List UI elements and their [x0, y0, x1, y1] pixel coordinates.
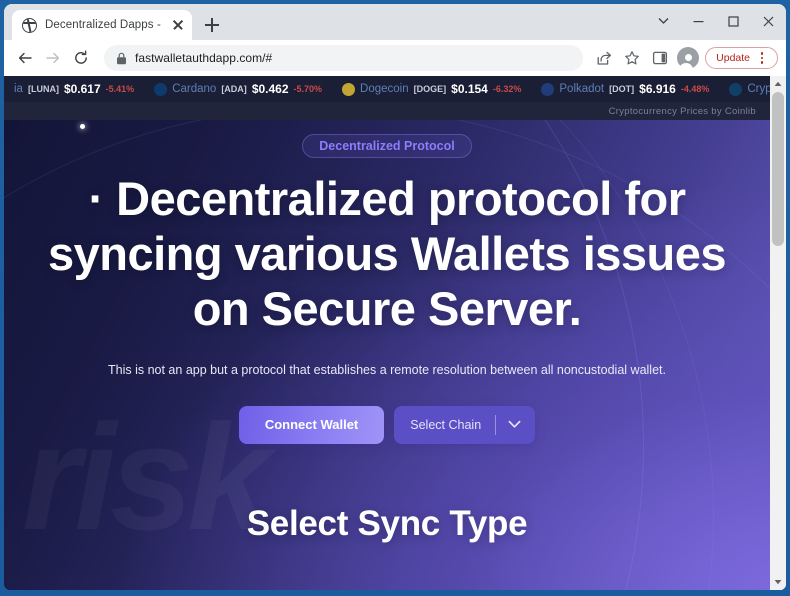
share-icon[interactable]: [591, 45, 617, 71]
new-tab-button[interactable]: [198, 11, 226, 39]
back-arrow-icon[interactable]: [12, 45, 38, 71]
forward-arrow-icon[interactable]: [40, 45, 66, 71]
page-subtitle: This is not an app but a protocol that e…: [108, 362, 666, 377]
coin-change: -5.70%: [293, 84, 323, 94]
url-text: fastwalletauthdapp.com/#: [135, 51, 273, 65]
tab-strip: Decentralized Dapps - We are un: [4, 4, 786, 40]
kebab-menu-icon[interactable]: [756, 51, 768, 65]
connect-wallet-button[interactable]: Connect Wallet: [238, 405, 385, 444]
coin-price: $6.916: [639, 82, 676, 96]
coin-price: $0.617: [63, 82, 101, 96]
coin-name: Crypto.com Chain: [747, 83, 770, 95]
browser-chrome: Decentralized Dapps - We are un: [4, 4, 786, 590]
coin-icon: [342, 82, 356, 96]
coin-name: ia: [14, 83, 23, 95]
browser-window: Decentralized Dapps - We are un: [0, 0, 790, 596]
update-label: Update: [716, 52, 750, 64]
page-scrollbar[interactable]: [770, 76, 786, 590]
ticker-credit: Cryptocurrency Prices by Coinlib: [4, 102, 770, 120]
maximize-icon[interactable]: [716, 4, 751, 38]
lock-icon: [117, 52, 126, 64]
close-icon[interactable]: [170, 17, 186, 33]
section-title: Select Sync Type: [246, 503, 528, 543]
address-bar[interactable]: fastwalletauthdapp.com/#: [104, 45, 584, 71]
avatar[interactable]: [675, 45, 701, 71]
ticker-item[interactable]: Polkadot [DOT] $6.916 -4.48%: [531, 82, 719, 96]
coin-change: -5.41%: [105, 84, 135, 94]
chevron-down-icon[interactable]: [508, 420, 535, 429]
globe-icon: [22, 17, 37, 33]
page-viewport: risk ia[LUNA]$0.617-5.41%Cardano[ADA]$0.…: [4, 76, 786, 590]
coin-symbol: [LUNA]: [27, 84, 59, 94]
cta-row: Connect Wallet Select Chain: [4, 405, 770, 444]
coin-name: Cardano: [172, 83, 217, 95]
window-controls: [646, 4, 786, 38]
ticker-item[interactable]: Cardano [ADA] $0.462 -5.70%: [144, 82, 332, 96]
crypto-ticker: ia [LUNA] $0.617 -5.41% Cardano [ADA] $0.462 -5…: [4, 76, 770, 120]
update-button[interactable]: Update: [705, 47, 778, 69]
scroll-up-arrow[interactable]: [770, 76, 786, 92]
ticker-item[interactable]: ia [LUNA] $0.617 -5.41%: [4, 82, 144, 96]
reload-icon[interactable]: [68, 45, 94, 71]
coin-name: Dogecoin: [360, 83, 409, 95]
chevron-down-icon[interactable]: [646, 4, 681, 38]
close-icon[interactable]: [751, 4, 786, 38]
select-chain-button[interactable]: Select Chain: [394, 405, 536, 444]
coin-change: -4.48%: [680, 84, 710, 94]
minimize-icon[interactable]: [681, 4, 716, 38]
coin-change: -6.32%: [492, 84, 522, 94]
side-panel-icon[interactable]: [647, 45, 673, 71]
coin-symbol: [ADA]: [221, 84, 247, 94]
page-title: · Decentralized protocol for syncing var…: [47, 172, 727, 335]
protocol-badge: Decentralized Protocol: [302, 134, 472, 158]
star-icon[interactable]: [619, 45, 645, 71]
coin-price: $0.462: [251, 82, 289, 96]
tab-title: Decentralized Dapps - We are un: [45, 19, 162, 31]
avatar-icon: [677, 47, 700, 71]
ticker-row[interactable]: ia [LUNA] $0.617 -5.41% Cardano [ADA] $0.462 -5…: [4, 76, 770, 102]
ticker-item[interactable]: Dogecoin [DOGE] $0.154 -6.32%: [332, 82, 531, 96]
ticker-item[interactable]: Crypto.com Chain[CR: [719, 82, 770, 96]
coin-symbol: [DOT]: [609, 84, 635, 94]
select-chain-label: Select Chain: [410, 417, 482, 432]
coin-name: Polkadot: [559, 83, 605, 95]
browser-toolbar: fastwalletauthdapp.com/# Update: [4, 40, 786, 76]
hero-content: Decentralized Protocol · Decentralized p…: [4, 120, 770, 544]
coin-symbol: [DOGE]: [413, 84, 447, 94]
scrollbar-thumb[interactable]: [772, 92, 784, 246]
coin-icon: [541, 82, 555, 96]
coin-price: $0.154: [451, 82, 488, 96]
coin-icon: [729, 82, 743, 96]
divider: [495, 414, 497, 435]
scroll-down-arrow[interactable]: [770, 574, 786, 590]
coin-icon: [154, 82, 168, 96]
browser-tab[interactable]: Decentralized Dapps - We are un: [12, 10, 192, 40]
